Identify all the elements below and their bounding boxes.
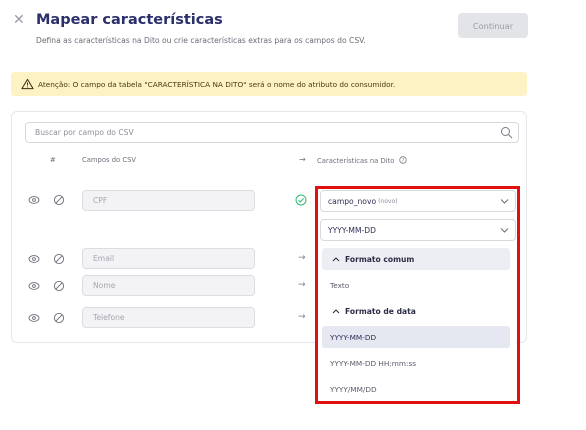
header-csv-fields: Campos do CSV xyxy=(82,156,137,164)
new-tag: (novo) xyxy=(378,197,398,205)
search-icon[interactable] xyxy=(500,126,513,139)
ignore-icon[interactable] xyxy=(53,194,65,206)
format-dropdown-menu: Formato comum Texto Formato de data YYYY… xyxy=(318,244,516,400)
ignore-icon[interactable] xyxy=(53,312,65,324)
search-placeholder: Buscar por campo do CSV xyxy=(35,128,134,137)
date-format-value: YYYY-MM-DD xyxy=(328,225,376,235)
close-icon[interactable]: ✕ xyxy=(13,13,25,27)
alert-text: Atenção: O campo da tabela "CARACTERÍSTI… xyxy=(38,79,396,89)
continue-button[interactable]: Continuar xyxy=(458,13,528,38)
ignore-icon[interactable] xyxy=(53,253,65,265)
search-input[interactable]: Buscar por campo do CSV xyxy=(25,122,519,143)
csv-field-nome: Nome xyxy=(82,275,255,296)
info-icon[interactable]: ? xyxy=(398,156,407,164)
option-yyyy-mm-dd-hhmmss[interactable]: YYYY-MM-DD HH:mm:ss xyxy=(322,352,510,374)
option-yyyy-mm-dd[interactable]: YYYY-MM-DD xyxy=(322,326,510,348)
mapping-arrow: → xyxy=(298,253,306,263)
warning-icon xyxy=(21,78,34,90)
chevron-down-icon xyxy=(500,228,509,233)
csv-field-cpf: CPF xyxy=(82,190,255,211)
characteristic-select[interactable]: campo_novo (novo) xyxy=(320,190,516,212)
eye-icon[interactable] xyxy=(28,312,40,324)
warning-alert: Atenção: O campo da tabela "CARACTERÍSTI… xyxy=(11,72,527,96)
eye-icon[interactable] xyxy=(28,280,40,292)
mapping-arrow: → xyxy=(298,312,306,322)
ignore-icon[interactable] xyxy=(53,280,65,292)
header-dito-characteristics: Características na Dito ? xyxy=(317,156,407,165)
characteristic-value: campo_novo xyxy=(328,196,377,206)
option-yyyy-slash-mm-slash-dd[interactable]: YYYY/MM/DD xyxy=(322,378,510,400)
csv-field-telefone: Telefone xyxy=(82,307,255,328)
option-texto[interactable]: Texto xyxy=(322,274,510,296)
header-arrow: → xyxy=(299,155,306,164)
check-circle-icon xyxy=(295,194,307,206)
header-number: # xyxy=(50,156,56,164)
svg-text:?: ? xyxy=(401,158,404,164)
page-subtitle: Defina as características na Dito ou cri… xyxy=(36,36,366,45)
csv-field-email: Email xyxy=(82,248,255,269)
chevron-down-icon xyxy=(500,199,509,204)
page-title: Mapear características xyxy=(36,12,223,28)
eye-icon[interactable] xyxy=(28,253,40,265)
chevron-up-icon xyxy=(332,309,340,314)
chevron-up-icon xyxy=(332,257,340,262)
group-formato-data[interactable]: Formato de data xyxy=(322,300,510,322)
mapping-arrow: → xyxy=(298,280,306,290)
group-label: Formato de data xyxy=(345,306,416,316)
eye-icon[interactable] xyxy=(28,194,40,206)
group-label: Formato comum xyxy=(345,254,415,264)
group-formato-comum[interactable]: Formato comum xyxy=(322,248,510,270)
date-format-select[interactable]: YYYY-MM-DD xyxy=(320,219,516,241)
